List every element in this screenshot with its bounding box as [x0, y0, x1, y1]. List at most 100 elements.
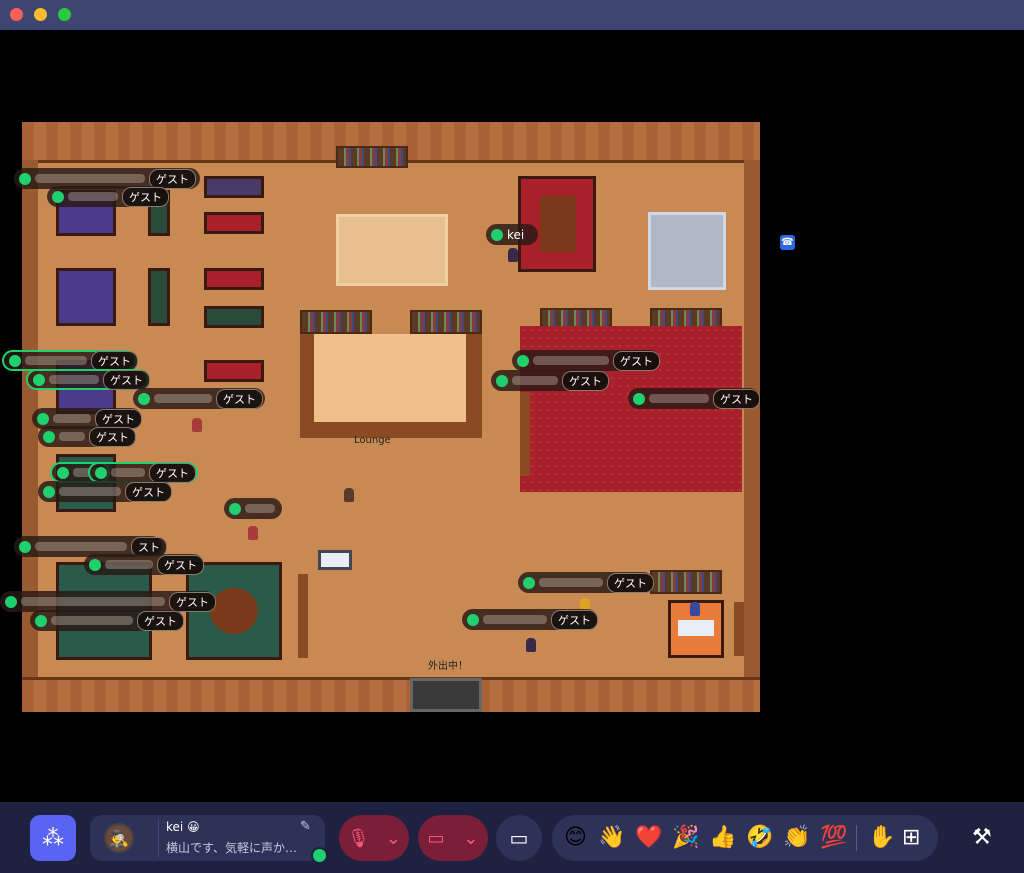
hammer-icon[interactable]: ⚒ — [972, 825, 992, 850]
bookshelf — [650, 570, 722, 594]
online-status-icon — [517, 354, 529, 367]
sofa-area-rug — [648, 212, 726, 290]
player-nametag[interactable]: ゲスト — [0, 591, 216, 612]
player-nametag[interactable]: ゲスト — [30, 610, 184, 631]
player-nametag[interactable]: ゲスト — [491, 370, 609, 391]
blurred-name — [111, 468, 145, 477]
camera-off-icon: ▭ — [427, 827, 445, 849]
avatar[interactable] — [526, 638, 536, 652]
guest-badge: ゲスト — [122, 186, 169, 207]
blurred-name — [21, 597, 165, 606]
away-sign: 外出中！ — [428, 661, 468, 672]
guest-badge: ゲスト — [149, 462, 196, 483]
player-nametag[interactable] — [224, 498, 282, 519]
divider — [856, 825, 857, 851]
online-status-icon — [89, 558, 101, 571]
blurred-name — [154, 394, 212, 403]
blurred-name — [49, 375, 99, 384]
desk — [318, 550, 352, 570]
blurred-name — [533, 356, 609, 365]
blurred-name — [68, 192, 118, 201]
player-nametag[interactable]: ゲスト — [84, 554, 204, 575]
player-nametag[interactable]: ゲスト — [512, 350, 660, 371]
partition — [734, 602, 744, 656]
player-nametag[interactable]: ゲスト — [2, 350, 138, 371]
blurred-name — [649, 394, 709, 403]
guest-badge: ゲスト — [91, 350, 138, 371]
monitor-icon: ▭ — [509, 826, 529, 850]
zoom-window-button[interactable] — [58, 8, 71, 21]
blurred-name — [35, 174, 145, 183]
player-nametag[interactable]: ゲスト — [88, 462, 198, 483]
avatar[interactable] — [344, 488, 354, 502]
emoji-button[interactable]: 🎉 — [672, 824, 699, 852]
online-status-icon — [95, 466, 107, 479]
partition — [520, 392, 530, 476]
online-status-icon — [19, 540, 31, 553]
profile-card[interactable]: 🕵 kei 😀 横山です、気軽に声か… ✎ — [90, 815, 325, 861]
raise-hand-icon[interactable]: ✋ — [868, 824, 895, 852]
blurred-name — [245, 504, 275, 513]
avatar[interactable]: 🕵 — [104, 823, 134, 853]
camera-toggle-button[interactable]: ▭ ⌄ — [418, 815, 488, 861]
online-status-icon — [229, 502, 241, 515]
emoji-button[interactable]: ❤️ — [635, 824, 662, 852]
player-nametag[interactable]: ゲスト — [628, 388, 760, 409]
blurred-name — [25, 356, 87, 365]
add-app-icon[interactable]: ⊞ — [902, 824, 920, 852]
emoji-button[interactable]: 💯 — [820, 824, 847, 852]
guest-badge: ゲスト — [607, 572, 654, 593]
lounge-label: Lounge — [354, 435, 391, 446]
online-status-icon — [33, 373, 45, 386]
avatar[interactable] — [192, 418, 202, 432]
screen-share-button[interactable]: ▭ — [496, 815, 542, 861]
player-nametag[interactable]: ゲスト — [38, 481, 172, 502]
chevron-down-icon[interactable]: ⌄ — [386, 828, 401, 849]
emoji-button[interactable]: 🤣 — [746, 824, 773, 852]
phone-icon[interactable]: ☎ — [780, 235, 795, 250]
emoji-button[interactable]: 👋 — [598, 824, 625, 852]
microphone-toggle-button[interactable]: 🎙 ⌄ — [339, 815, 409, 861]
player-nametag[interactable]: ゲスト — [26, 369, 150, 390]
conference-table — [540, 196, 576, 252]
player-nametag-kei[interactable]: kei — [486, 224, 538, 245]
player-nametag[interactable]: ゲスト — [518, 572, 654, 593]
small-table-rug — [204, 360, 264, 382]
avatar[interactable] — [248, 526, 258, 540]
close-window-button[interactable] — [10, 8, 23, 21]
small-table-rug — [204, 268, 264, 290]
guest-badge: ゲスト — [216, 388, 263, 409]
blurred-name — [483, 615, 547, 624]
online-status-icon — [138, 392, 150, 405]
online-status-icon — [9, 354, 21, 367]
player-nametag[interactable]: ゲスト — [462, 609, 598, 630]
guest-badge: ゲスト — [89, 426, 136, 447]
player-nametag[interactable]: ゲスト — [47, 186, 169, 207]
blurred-name — [35, 542, 127, 551]
edit-status-pencil-icon[interactable]: ✎ — [300, 819, 311, 834]
avatar[interactable] — [690, 602, 700, 616]
emoji-button[interactable]: 😊 — [564, 824, 587, 852]
player-nametag[interactable]: ゲスト — [133, 388, 265, 409]
right-wall — [744, 160, 760, 680]
guest-badge: ゲスト — [562, 370, 609, 391]
lounge-floor — [314, 334, 466, 422]
online-status-icon — [37, 412, 49, 425]
minimize-window-button[interactable] — [34, 8, 47, 21]
meeting-rug — [56, 268, 116, 326]
chevron-down-icon[interactable]: ⌄ — [463, 828, 478, 849]
player-nametag[interactable]: ゲスト — [38, 426, 136, 447]
main-menu-button[interactable]: ⁂ — [30, 815, 76, 861]
online-status-icon — [43, 430, 55, 443]
partition — [298, 574, 308, 658]
entrance-door[interactable] — [410, 678, 482, 712]
guest-badge: ゲスト — [125, 481, 172, 502]
guest-badge: ゲスト — [137, 610, 184, 631]
avatar[interactable] — [508, 248, 518, 262]
emoji-button[interactable]: 👍 — [709, 824, 736, 852]
online-status-icon — [467, 613, 479, 626]
emoji-button[interactable]: 👏 — [783, 824, 810, 852]
microphone-muted-icon: 🎙 — [347, 827, 370, 849]
profile-name: kei 😀 — [166, 820, 200, 834]
guest-badge: ゲスト — [103, 369, 150, 390]
